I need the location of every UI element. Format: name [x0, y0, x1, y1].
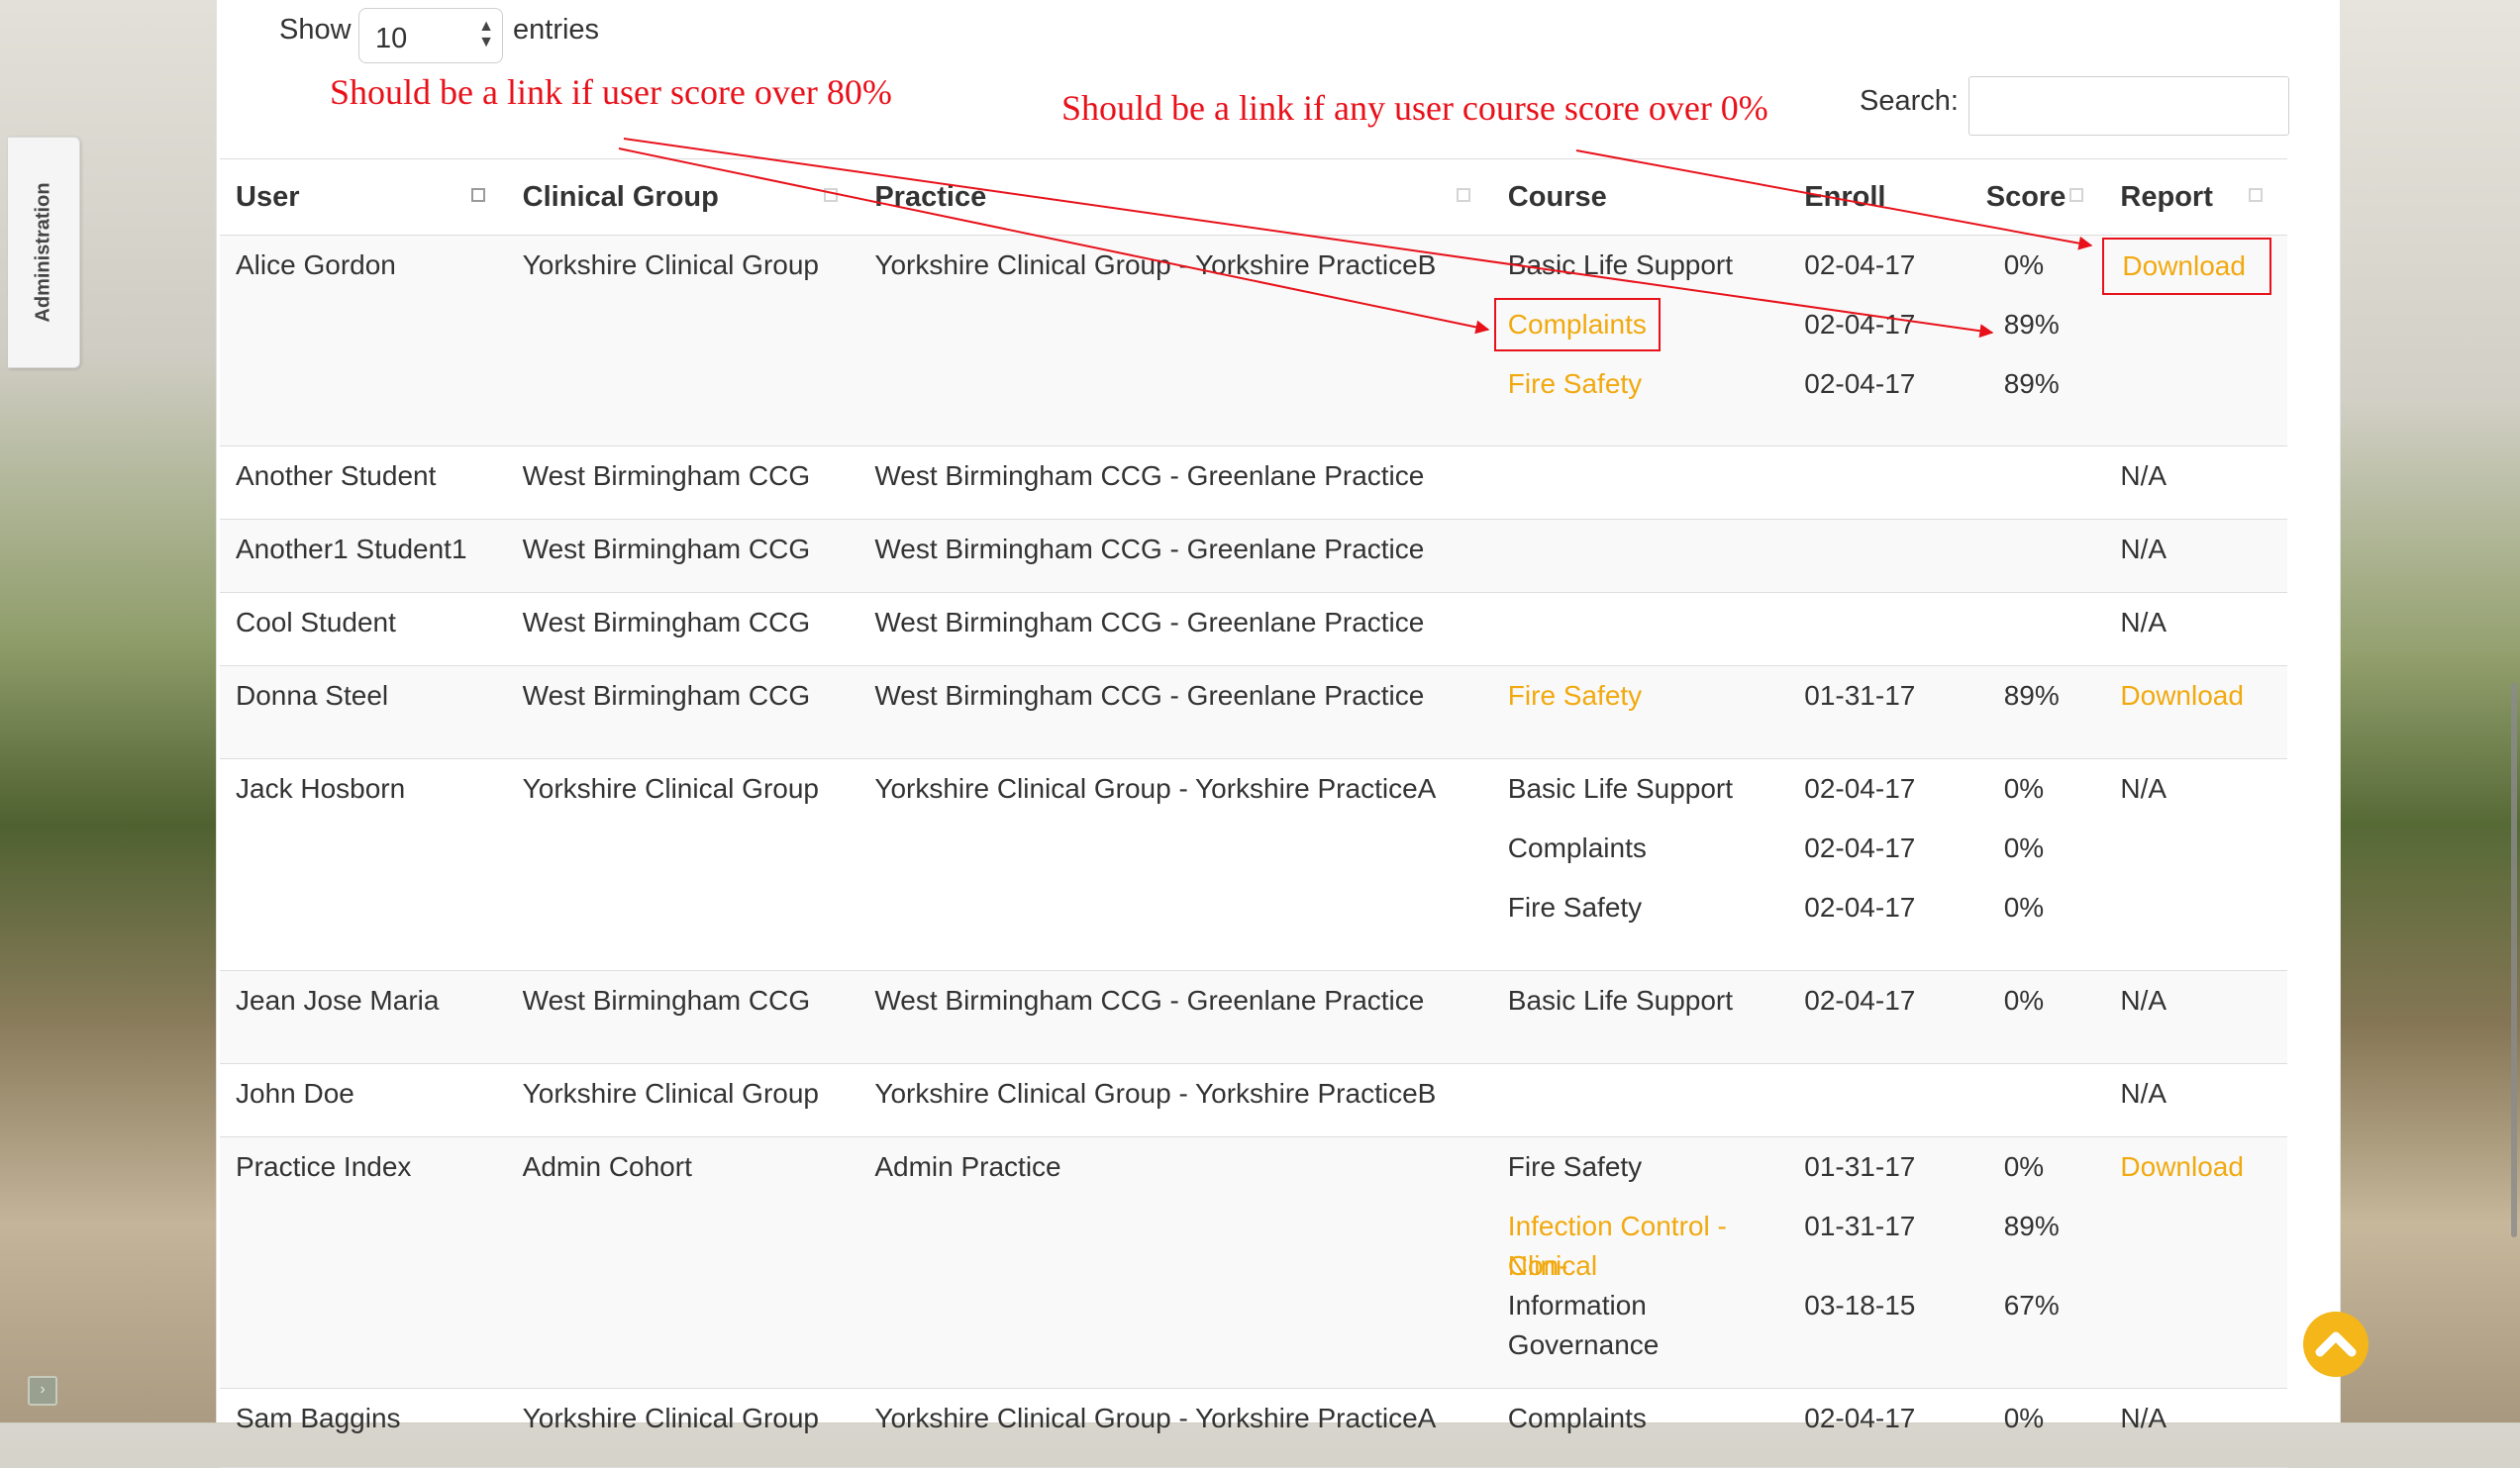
scroll-to-top-button[interactable] — [2303, 1312, 2369, 1377]
arrow-to-score — [623, 138, 1994, 339]
annotation-arrows — [618, 138, 2093, 339]
arrow-to-download — [1575, 149, 2093, 250]
arrow-to-complaints — [618, 147, 1490, 335]
chevron-up-icon — [2315, 1331, 2357, 1357]
